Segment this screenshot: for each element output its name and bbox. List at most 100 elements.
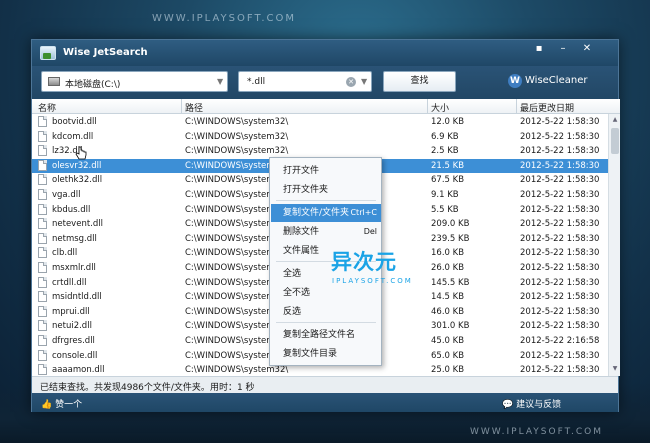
context-menu-item-label: 复制文件目录 <box>283 349 338 359</box>
cell-size: 145.5 KB <box>431 277 470 288</box>
feedback-button[interactable]: 💬 建议与反馈 <box>502 397 561 410</box>
drive-select[interactable]: 本地磁盘(C:\) ▼ <box>41 71 228 92</box>
column-divider[interactable] <box>181 99 182 114</box>
cell-name: vga.dll <box>52 190 81 200</box>
cell-date: 2012-5-22 1:58:30 <box>520 263 600 273</box>
menu-separator <box>276 200 376 201</box>
like-button[interactable]: 👍 赞一个 <box>41 397 82 410</box>
column-header-name[interactable]: 名称 <box>38 101 56 114</box>
watermark-bottom: WWW.IPLAYSOFT.COM <box>470 427 604 437</box>
wisecleaner-logo-icon: W <box>508 74 522 88</box>
cell-size: 301.0 KB <box>431 321 470 332</box>
column-divider[interactable] <box>516 99 517 114</box>
context-menu-item-label: 文件属性 <box>283 246 320 256</box>
context-menu-item-label: 复制全路径文件名 <box>283 330 356 340</box>
cell-date: 2012-5-22 1:58:30 <box>520 219 600 230</box>
cell-date: 2012-5-22 1:58:30 <box>520 321 600 332</box>
scroll-down-icon[interactable]: ▼ <box>610 364 620 374</box>
column-header-size[interactable]: 大小 <box>431 101 449 114</box>
status-bar: 已结束查找。共发现4986个文件/文件夹。用时：1 秒 <box>32 376 618 393</box>
menu-button[interactable]: ▪ <box>530 43 548 56</box>
cell-date: 2012-5-22 1:58:30 <box>520 204 600 215</box>
menu-separator <box>276 322 376 323</box>
file-icon <box>38 364 47 376</box>
cell-size: 65.0 KB <box>431 350 465 361</box>
cell-name: netui2.dll <box>52 321 92 332</box>
cell-name: console.dll <box>52 350 98 361</box>
file-icon <box>38 174 47 186</box>
hand-cursor-icon <box>75 146 87 160</box>
filter-input[interactable]: *.dll ✕ ▼ <box>238 71 372 92</box>
context-menu-item-label: 删除文件 <box>283 227 320 237</box>
cell-date: 2012-5-22 1:58:30 <box>520 277 600 288</box>
clear-icon[interactable]: ✕ <box>346 77 356 87</box>
column-header-date[interactable]: 最后更改日期 <box>520 101 574 114</box>
table-header: 名称 路径 大小 最后更改日期 <box>32 99 620 114</box>
cell-date: 2012-5-22 1:58:30 <box>520 117 600 127</box>
cell-date: 2012-5-22 1:58:30 <box>520 131 600 142</box>
footer-bar: 👍 赞一个 💬 建议与反馈 <box>32 393 618 412</box>
file-icon <box>38 276 47 288</box>
iplaysoft-logo-subtext: IPLAYSOFT.COM <box>332 277 413 285</box>
file-icon <box>38 232 47 244</box>
cell-date: 2012-5-22 1:58:30 <box>520 146 600 157</box>
cell-date: 2012-5-22 1:58:30 <box>520 306 600 317</box>
context-menu-item[interactable]: 复制全路径文件名 <box>271 326 381 344</box>
file-icon <box>38 247 47 259</box>
chevron-down-icon[interactable]: ▼ <box>361 77 367 86</box>
file-icon <box>38 145 47 157</box>
file-icon <box>38 218 47 230</box>
context-menu-item[interactable]: 复制文件/文件夹 Ctrl+C <box>271 204 381 222</box>
cell-date: 2012-5-22 1:58:30 <box>520 160 600 171</box>
cell-size: 2.5 KB <box>431 146 459 157</box>
filter-text: *.dll <box>247 77 266 87</box>
table-row[interactable]: bootvid.dll C:\WINDOWS\system32\ 12.0 KB 20… <box>32 115 608 130</box>
cell-name: dfrgres.dll <box>52 336 95 346</box>
context-menu-item-shortcut: Del <box>363 227 377 236</box>
file-icon <box>38 291 47 303</box>
search-button[interactable]: 查找 <box>383 71 456 92</box>
file-icon <box>38 130 47 142</box>
column-header-path[interactable]: 路径 <box>185 101 203 114</box>
cell-date: 2012-5-22 1:58:30 <box>520 190 600 200</box>
file-icon <box>38 305 47 317</box>
cell-name: olethk32.dll <box>52 175 103 186</box>
minimize-button[interactable]: – <box>554 43 572 56</box>
context-menu-item[interactable]: 反选 <box>271 303 381 321</box>
scroll-up-icon[interactable]: ▲ <box>610 115 620 125</box>
column-divider[interactable] <box>427 99 428 114</box>
scroll-thumb[interactable] <box>611 128 619 154</box>
file-icon <box>38 189 47 200</box>
cell-size: 14.5 KB <box>431 292 465 303</box>
context-menu-item[interactable]: 打开文件夹 <box>271 181 381 199</box>
cell-name: msxmlr.dll <box>52 263 96 273</box>
brand-name: WiseCleaner <box>525 75 588 86</box>
feedback-label: 建议与反馈 <box>516 400 562 410</box>
file-icon <box>38 262 47 273</box>
cell-size: 9.1 KB <box>431 190 459 200</box>
chat-bubble-icon: 💬 <box>502 400 514 410</box>
cell-size: 25.0 KB <box>431 365 465 376</box>
cell-date: 2012-5-22 1:58:30 <box>520 292 600 303</box>
file-icon <box>38 320 47 332</box>
cell-name: mprui.dll <box>52 306 90 317</box>
cell-date: 2012-5-22 1:58:30 <box>520 248 600 259</box>
iplaysoft-logo: 异次元 IPLAYSOFT.COM <box>325 243 435 293</box>
thumbs-up-icon: 👍 <box>41 400 53 410</box>
context-menu-item[interactable]: 删除文件 Del <box>271 223 381 241</box>
context-menu-item[interactable]: 打开文件 <box>271 162 381 180</box>
cell-path: C:\WINDOWS\system32\ <box>185 365 289 376</box>
context-menu-item-label: 复制文件/文件夹 <box>283 208 350 218</box>
cell-name: kbdus.dll <box>52 204 91 215</box>
cell-name: kdcom.dll <box>52 131 94 142</box>
close-button[interactable]: ✕ <box>578 43 596 56</box>
cell-name: crtdll.dll <box>52 277 87 288</box>
context-menu-item-label: 反选 <box>283 307 302 317</box>
watermark-top: WWW.IPLAYSOFT.COM <box>152 13 297 24</box>
table-row[interactable]: kdcom.dll C:\WINDOWS\system32\ 6.9 KB 2012-… <box>32 130 608 145</box>
chevron-down-icon[interactable]: ▼ <box>217 77 223 86</box>
vertical-scrollbar[interactable]: ▲ ▼ <box>608 114 620 376</box>
titlebar: Wise JetSearch ▪ – ✕ <box>32 40 618 66</box>
context-menu-item[interactable]: 复制文件目录 <box>271 345 381 363</box>
cell-date: 2012-5-22 2:16:58 <box>520 336 600 346</box>
